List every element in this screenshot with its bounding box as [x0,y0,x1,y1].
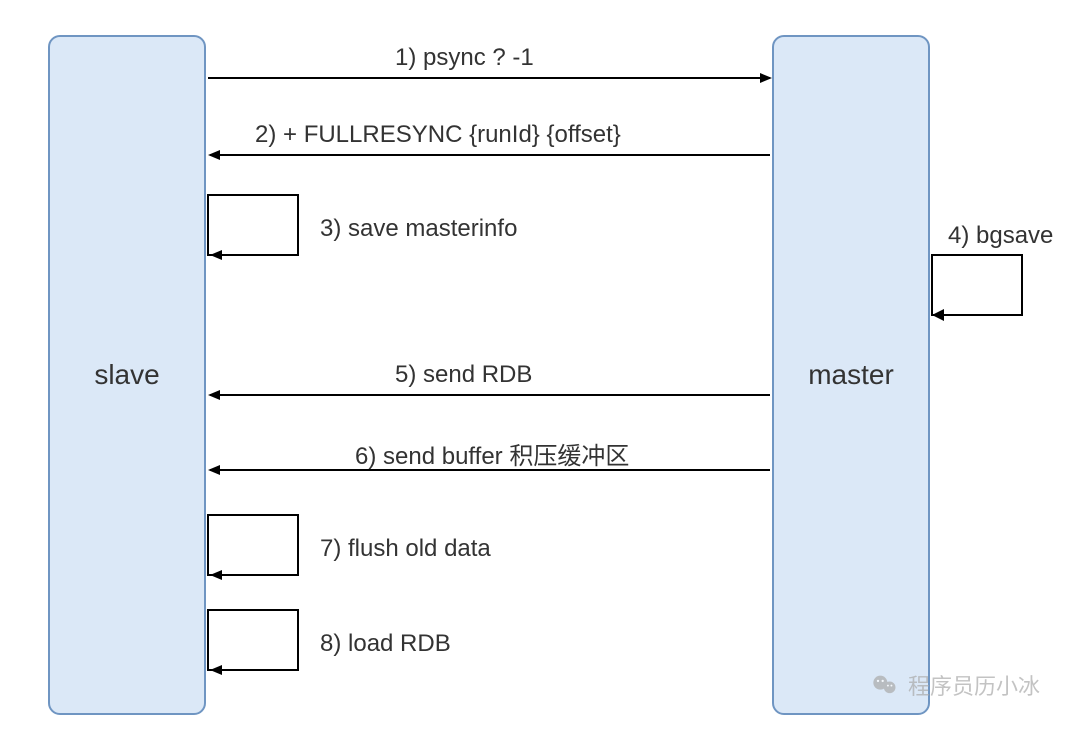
step-3-label: 3) save masterinfo [320,215,517,243]
self-loop-step-8 [208,610,298,670]
step-1-label: 1) psync ? -1 [395,44,534,72]
self-loop-step-7 [208,515,298,575]
watermark: 程序员历小冰 [870,669,1040,701]
self-loop-step-3 [208,195,298,255]
watermark-text: 程序员历小冰 [908,669,1040,701]
step-8-label: 8) load RDB [320,630,451,658]
step-6-label: 6) send buffer 积压缓冲区 [355,436,629,471]
step-2-label: 2) + FULLRESYNC {runId} {offset} [255,121,621,149]
step-4-label: 4) bgsave [948,222,1053,250]
slave-label: slave [94,359,159,391]
master-label: master [808,359,894,391]
step-7-label: 7) flush old data [320,535,491,563]
step-5-label: 5) send RDB [395,361,532,389]
master-lifeline: master [772,35,930,715]
wechat-icon [870,670,900,700]
self-loop-step-4 [932,255,1022,315]
slave-lifeline: slave [48,35,206,715]
